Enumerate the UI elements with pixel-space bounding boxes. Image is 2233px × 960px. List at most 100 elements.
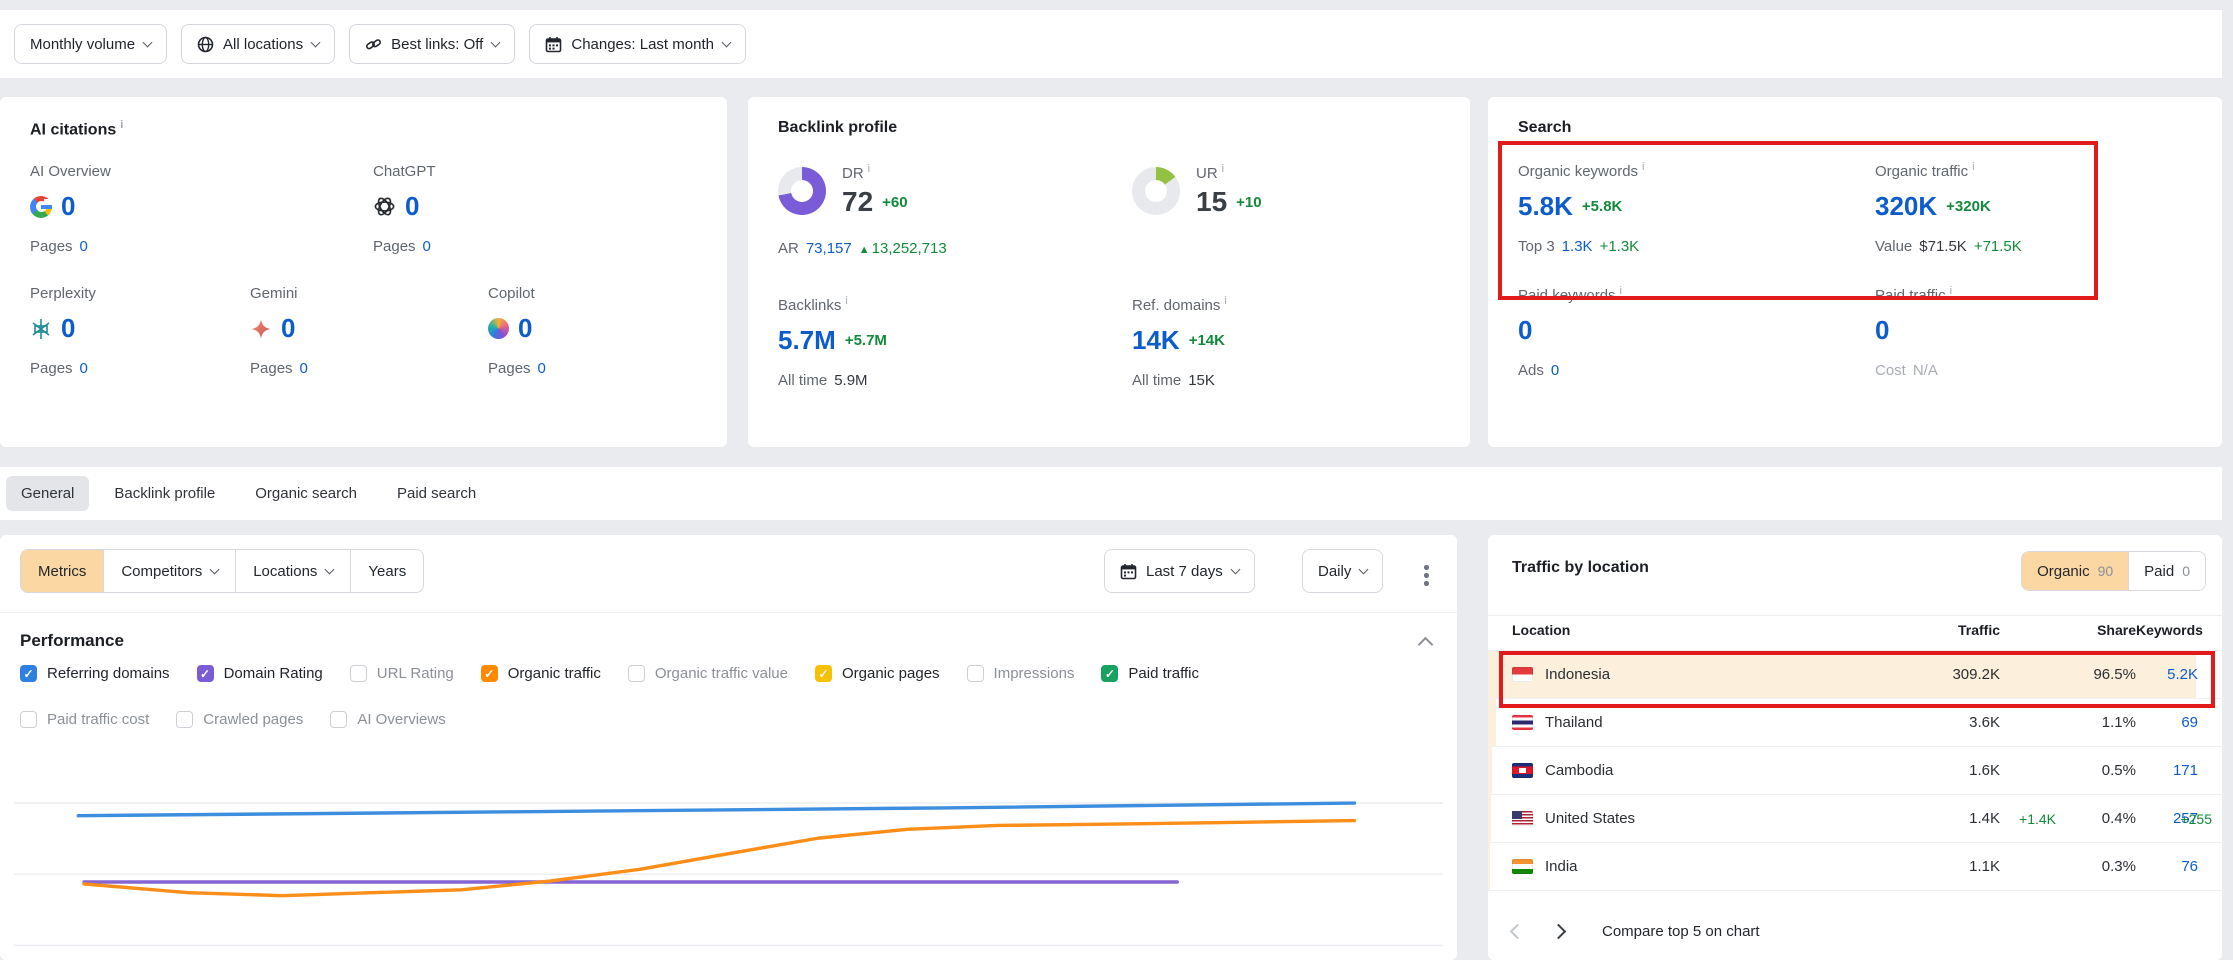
keywords-link[interactable]: 69 <box>2136 714 2198 731</box>
checked-checkbox-icon[interactable]: ✓ <box>1101 665 1118 682</box>
chatgpt-metric: ChatGPT 0 Pages0 <box>373 163 436 255</box>
keywords-link[interactable]: 171 <box>2136 762 2198 779</box>
monthly-volume-dropdown[interactable]: Monthly volume <box>14 24 167 64</box>
checkbox-label: Impressions <box>994 665 1075 682</box>
more-options-kebab-icon[interactable] <box>1418 559 1435 592</box>
tab-backlink-profile[interactable]: Backlink profile <box>99 476 230 511</box>
checkbox-ai-overviews[interactable]: AI Overviews <box>330 711 445 728</box>
calendar-icon <box>1120 563 1137 580</box>
checkbox-impressions[interactable]: Impressions <box>967 665 1075 682</box>
top3-value-link[interactable]: 1.3K <box>1562 238 1593 255</box>
unchecked-checkbox-icon[interactable] <box>330 711 347 728</box>
checkbox-paid-traffic-cost[interactable]: Paid traffic cost <box>20 711 149 728</box>
traffic-value: 309.2K <box>1908 666 2000 683</box>
date-range-label: Last 7 days <box>1146 563 1223 580</box>
ur-label: UR <box>1196 163 1262 182</box>
checkbox-organic-pages[interactable]: ✓Organic pages <box>815 665 940 682</box>
traffic-value: 1.1K <box>1908 858 2000 875</box>
value-amount: $71.5K <box>1919 238 1967 255</box>
filter-toolbar: Monthly volume All locations Best links:… <box>0 10 2222 78</box>
segment-locations[interactable]: Locations <box>235 550 350 592</box>
ai-citations-card: AI citations AI Overview 0 Pages0 ChatGP… <box>0 97 727 447</box>
pages-link[interactable]: 0 <box>80 238 88 255</box>
copilot-metric: Copilot 0 Pages0 <box>488 285 546 377</box>
checkbox-label: Referring domains <box>47 665 170 682</box>
table-row-indonesia[interactable]: Indonesia 309.2K 96.5% 5.2K <box>1488 650 2222 698</box>
table-row-united-states[interactable]: United States 1.4K +1.4K 0.4% 257 +255 <box>1488 794 2222 842</box>
location-name: United States <box>1545 810 1635 827</box>
checkbox-referring-domains[interactable]: ✓ Referring domains <box>20 665 170 682</box>
checkbox-url-rating[interactable]: URL Rating <box>350 665 454 682</box>
toggle-organic-label: Organic <box>2037 563 2090 580</box>
checkbox-organic-traffic[interactable]: ✓Organic traffic <box>481 665 601 682</box>
table-row-india[interactable]: India 1.1K 0.3% 76 <box>1488 842 2222 890</box>
ar-value-link[interactable]: 73,157 <box>806 240 852 257</box>
toggle-organic[interactable]: Organic 90 <box>2022 552 2128 590</box>
gemini-metric: Gemini 0 Pages0 <box>250 285 488 377</box>
best-links-dropdown[interactable]: Best links: Off <box>349 24 515 64</box>
pages-link[interactable]: 0 <box>80 360 88 377</box>
india-flag <box>1512 859 1533 874</box>
keywords-link[interactable]: 5.2K <box>2136 666 2198 683</box>
previous-page-icon[interactable] <box>1510 924 1526 940</box>
copilot-label: Copilot <box>488 285 546 302</box>
keywords-link[interactable]: 76 <box>2136 858 2198 875</box>
globe-icon <box>197 36 214 53</box>
changes-dropdown[interactable]: Changes: Last month <box>529 24 746 64</box>
divider <box>1488 615 2222 616</box>
dr-delta: +60 <box>882 194 907 211</box>
granularity-dropdown[interactable]: Daily <box>1302 549 1383 593</box>
share-value: 0.5% <box>2056 762 2136 779</box>
checkbox-label: Crawled pages <box>203 711 303 728</box>
collapse-chevron-up-icon[interactable] <box>1418 637 1434 653</box>
unchecked-checkbox-icon[interactable] <box>967 665 984 682</box>
tab-paid-search[interactable]: Paid search <box>382 476 491 511</box>
dr-label: DR <box>842 163 908 182</box>
best-links-label: Best links: Off <box>391 36 483 53</box>
checked-checkbox-icon[interactable]: ✓ <box>20 665 37 682</box>
perplexity-value: 0 <box>61 313 75 344</box>
pages-link[interactable]: 0 <box>538 360 546 377</box>
next-page-icon[interactable] <box>1551 924 1567 940</box>
checked-checkbox-icon[interactable]: ✓ <box>481 665 498 682</box>
segment-metrics[interactable]: Metrics <box>21 550 103 592</box>
locations-dropdown[interactable]: All locations <box>181 24 335 64</box>
date-range-dropdown[interactable]: Last 7 days <box>1104 549 1255 593</box>
checkbox-organic-traffic-value[interactable]: Organic traffic value <box>628 665 788 682</box>
tab-general[interactable]: General <box>6 476 89 511</box>
checkbox-crawled-pages[interactable]: Crawled pages <box>176 711 303 728</box>
general-report-panel: Metrics Competitors Locations Years Last… <box>0 535 1457 960</box>
divider <box>0 612 1457 613</box>
unchecked-checkbox-icon[interactable] <box>20 711 37 728</box>
top3-delta: +1.3K <box>1600 238 1640 255</box>
indonesia-flag <box>1512 667 1533 682</box>
compare-top5-link[interactable]: Compare top 5 on chart <box>1602 923 1760 940</box>
unchecked-checkbox-icon[interactable] <box>628 665 645 682</box>
checkbox-domain-rating[interactable]: ✓Domain Rating <box>197 665 323 682</box>
segment-years[interactable]: Years <box>350 550 423 592</box>
table-row-thailand[interactable]: Thailand 3.6K 1.1% 69 <box>1488 698 2222 746</box>
unchecked-checkbox-icon[interactable] <box>176 711 193 728</box>
performance-chart[interactable] <box>14 765 1443 960</box>
tab-organic-search[interactable]: Organic search <box>240 476 372 511</box>
col-keywords: Keywords <box>2136 622 2198 638</box>
checked-checkbox-icon[interactable]: ✓ <box>815 665 832 682</box>
alltime-label: All time <box>1132 372 1181 389</box>
table-row-cambodia[interactable]: Cambodia 1.6K 0.5% 171 <box>1488 746 2222 794</box>
paid-keywords-value: 0 <box>1518 315 1532 346</box>
toggle-paid[interactable]: Paid 0 <box>2128 552 2205 590</box>
pages-link[interactable]: 0 <box>423 238 431 255</box>
segment-competitors[interactable]: Competitors <box>103 550 235 592</box>
unchecked-checkbox-icon[interactable] <box>350 665 367 682</box>
location-name: Cambodia <box>1545 762 1613 779</box>
checked-checkbox-icon[interactable]: ✓ <box>197 665 214 682</box>
search-card: Search Organic keywords 5.8K +5.8K Top 3… <box>1488 97 2222 447</box>
ref-domains-label: Ref. domains <box>1132 295 1227 314</box>
backlinks-metric: Backlinks 5.7M +5.7M All time 5.9M <box>778 295 1132 389</box>
report-tabs: General Backlink profile Organic search … <box>0 467 2222 520</box>
checkbox-paid-traffic[interactable]: ✓Paid traffic <box>1101 665 1199 682</box>
chevron-down-icon <box>491 37 501 47</box>
gemini-label: Gemini <box>250 285 488 302</box>
ads-value-link[interactable]: 0 <box>1551 362 1559 379</box>
pages-link[interactable]: 0 <box>300 360 308 377</box>
